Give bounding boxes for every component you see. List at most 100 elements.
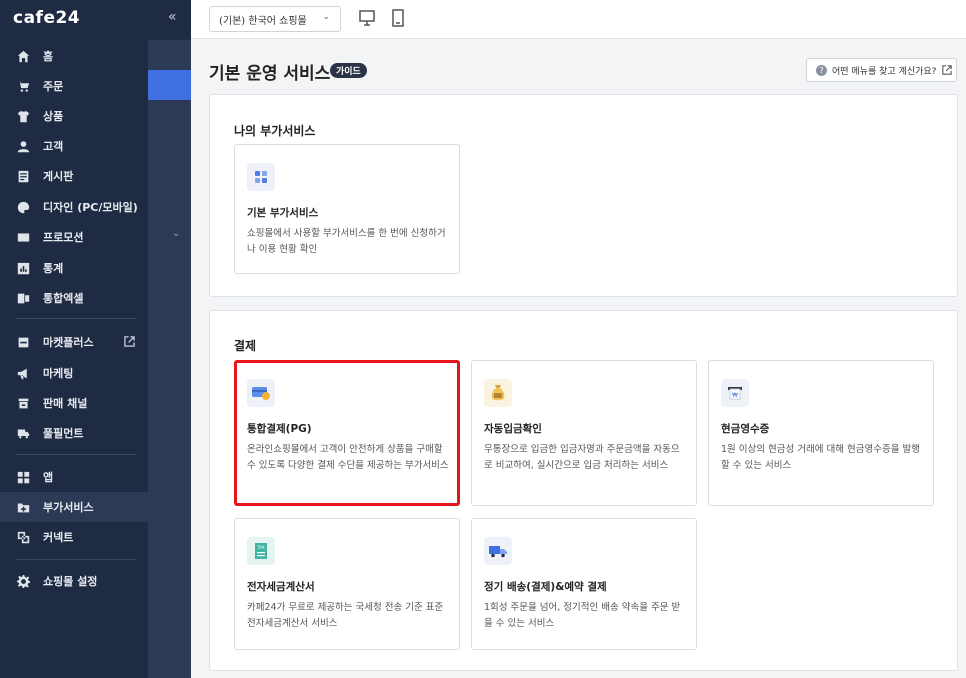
svg-text:TAX: TAX <box>256 545 265 550</box>
board-icon <box>16 169 30 183</box>
mobile-icon <box>392 9 404 27</box>
sidebar: cafe24 « 홈 주문 상품 고객 게시판 디자인 (PC/모바일) 프로모… <box>0 0 191 678</box>
sidebar-item-design[interactable]: 디자인 (PC/모바일) <box>0 192 148 222</box>
menu-search-help-button[interactable]: ? 어떤 메뉴를 찾고 계신가요? <box>806 58 957 82</box>
chart-icon <box>16 261 30 275</box>
card-description: 1원 이상의 현금성 거래에 대해 현금영수증을 발행할 수 있는 서비스 <box>721 444 920 471</box>
sidebar-item-label: 디자인 (PC/모바일) <box>43 201 138 214</box>
sidebar-item-board[interactable]: 게시판 <box>0 161 148 191</box>
svg-text:₩: ₩ <box>732 392 738 399</box>
sidebar-item-label: 상품 <box>43 110 64 123</box>
grid-icon <box>247 163 275 191</box>
card-description: 1회성 주문을 넘어, 정기적인 배송 약속을 주문 받을 수 있는 서비스 <box>484 602 681 629</box>
sidebar-item-label: 통계 <box>43 262 64 275</box>
sidebar-item-label: 통합엑셀 <box>43 292 84 305</box>
sidebar-item-excel[interactable]: 통합엑셀 <box>0 283 148 313</box>
page-title: 기본 운영 서비스 <box>209 64 331 84</box>
sidebar-item-label: 홈 <box>43 50 54 63</box>
excel-icon <box>16 291 30 305</box>
card-title: 정기 배송(결제)&예약 결제 <box>484 581 607 593</box>
ticket-icon <box>16 230 30 244</box>
service-card-e-tax-invoice[interactable]: TAX 전자세금계산서 카페24가 무료로 제공하는 국세청 전송 기준 표준전… <box>234 518 460 650</box>
user-icon <box>16 139 30 153</box>
home-icon <box>16 49 30 63</box>
credit-card-icon <box>247 379 275 407</box>
sidebar-item-shop-settings[interactable]: 쇼핑몰 설정 <box>0 566 148 596</box>
cart-icon <box>16 79 30 93</box>
card-title: 통합결제(PG) <box>247 423 312 435</box>
card-title: 전자세금계산서 <box>247 581 315 593</box>
sidebar-submenu-strip <box>148 40 191 678</box>
pc-view-button[interactable] <box>359 9 375 27</box>
chevron-down-icon[interactable]: ⌄ <box>172 228 180 239</box>
megaphone-icon <box>16 366 30 380</box>
card-title: 자동입금확인 <box>484 423 542 435</box>
sidebar-item-label: 판매 채널 <box>43 397 88 410</box>
card-description: 무통장으로 입금한 입금자명과 주문금액을 자동으로 비교하여, 실시간으로 입… <box>484 444 680 471</box>
monitor-icon <box>359 10 375 26</box>
chevron-down-icon: ⌄ <box>322 12 330 22</box>
tax-document-icon: TAX <box>247 537 275 565</box>
sidebar-item-label: 부가서비스 <box>43 501 94 514</box>
card-description: 온라인쇼핑몰에서 고객이 안전하게 상품을 구매할 수 있도록 다양한 결제 수… <box>247 444 449 471</box>
mobile-view-button[interactable] <box>390 9 406 27</box>
service-card-auto-deposit[interactable]: 자동입금확인 무통장으로 입금한 입금자명과 주문금액을 자동으로 비교하여, … <box>471 360 697 506</box>
folder-plus-icon <box>16 500 30 514</box>
sidebar-item-label: 마케팅 <box>43 367 74 380</box>
sidebar-item-label: 고객 <box>43 140 64 153</box>
my-services-panel: 나의 부가서비스 기본 부가서비스 쇼핑몰에서 사용할 부가서비스를 한 번에 … <box>209 94 958 297</box>
service-card-subscription[interactable]: 정기 배송(결제)&예약 결제 1회성 주문을 넘어, 정기적인 배송 약속을 … <box>471 518 697 650</box>
question-icon: ? <box>816 64 827 76</box>
cafe24-logo[interactable]: cafe24 <box>13 8 80 28</box>
topbar: (기본) 한국어 쇼핑몰 ⌄ <box>191 0 966 39</box>
sidebar-item-products[interactable]: 상품 <box>0 101 148 131</box>
shop-select[interactable]: (기본) 한국어 쇼핑몰 ⌄ <box>209 6 341 32</box>
service-card-cash-receipt[interactable]: ₩ 현금영수증 1원 이상의 현금성 거래에 대해 현금영수증을 발행할 수 있… <box>708 360 934 506</box>
sidebar-item-label: 게시판 <box>43 170 74 183</box>
sidebar-item-label: 앱 <box>43 471 54 484</box>
apps-icon <box>16 470 30 484</box>
sidebar-item-connect[interactable]: 커넥트 <box>0 522 148 552</box>
truck-icon <box>16 426 30 440</box>
guide-button[interactable]: 가이드 <box>330 63 367 78</box>
card-description: 카페24가 무료로 제공하는 국세청 전송 기준 표준전자세금계산서 서비스 <box>247 602 444 629</box>
card-description: 쇼핑몰에서 사용할 부가서비스를 한 번에 신청하거나 이용 현황 확인 <box>247 228 446 255</box>
sidebar-item-orders[interactable]: 주문 <box>0 71 148 101</box>
card-title: 기본 부가서비스 <box>247 207 319 219</box>
logo-row: cafe24 « <box>0 0 191 38</box>
sidebar-item-label: 풀필먼트 <box>43 427 84 440</box>
section-title: 나의 부가서비스 <box>234 124 316 138</box>
sidebar-item-promotion[interactable]: 프로모션 <box>0 222 148 252</box>
payment-panel: 결제 통합결제(PG) 온라인쇼핑몰에서 고객이 안전하게 상품을 구매할 수 … <box>209 310 958 671</box>
sidebar-divider <box>16 559 136 560</box>
card-title: 현금영수증 <box>721 423 770 435</box>
sidebar-item-addon-services[interactable]: 부가서비스 <box>0 492 191 522</box>
sidebar-divider <box>16 318 136 319</box>
sidebar-item-label: 프로모션 <box>43 231 84 244</box>
connect-icon <box>16 530 30 544</box>
sidebar-item-marketing[interactable]: 마케팅 <box>0 358 148 388</box>
delivery-truck-icon <box>484 537 512 565</box>
sidebar-item-label: 주문 <box>43 80 64 93</box>
service-card-pg[interactable]: 통합결제(PG) 온라인쇼핑몰에서 고객이 안전하게 상품을 구매할 수 있도록… <box>234 360 460 506</box>
external-link-icon <box>942 65 953 75</box>
sidebar-item-label: 커넥트 <box>43 531 74 544</box>
external-link-icon <box>124 336 135 347</box>
gear-icon <box>16 574 30 588</box>
sidebar-item-customers[interactable]: 고객 <box>0 131 148 161</box>
sidebar-collapse-button[interactable]: « <box>168 9 177 25</box>
sidebar-item-apps[interactable]: 앱 <box>0 462 148 492</box>
section-title: 결제 <box>234 339 257 353</box>
sidebar-item-home[interactable]: 홈 <box>0 41 148 71</box>
channel-icon <box>16 396 30 410</box>
shop-select-value: (기본) 한국어 쇼핑몰 <box>219 15 307 27</box>
sidebar-item-label: 마켓플러스 <box>43 336 94 349</box>
sidebar-item-sales-channel[interactable]: 판매 채널 <box>0 388 148 418</box>
palette-icon <box>16 200 30 214</box>
shirt-icon <box>16 109 30 123</box>
service-card-basic[interactable]: 기본 부가서비스 쇼핑몰에서 사용할 부가서비스를 한 번에 신청하거나 이용 … <box>234 144 460 274</box>
sidebar-item-marketplus[interactable]: 마켓플러스 <box>0 327 148 357</box>
sidebar-item-stats[interactable]: 통계 <box>0 253 148 283</box>
help-label: 어떤 메뉴를 찾고 계신가요? <box>832 66 937 77</box>
sidebar-item-fulfillment[interactable]: 풀필먼트 <box>0 418 148 448</box>
